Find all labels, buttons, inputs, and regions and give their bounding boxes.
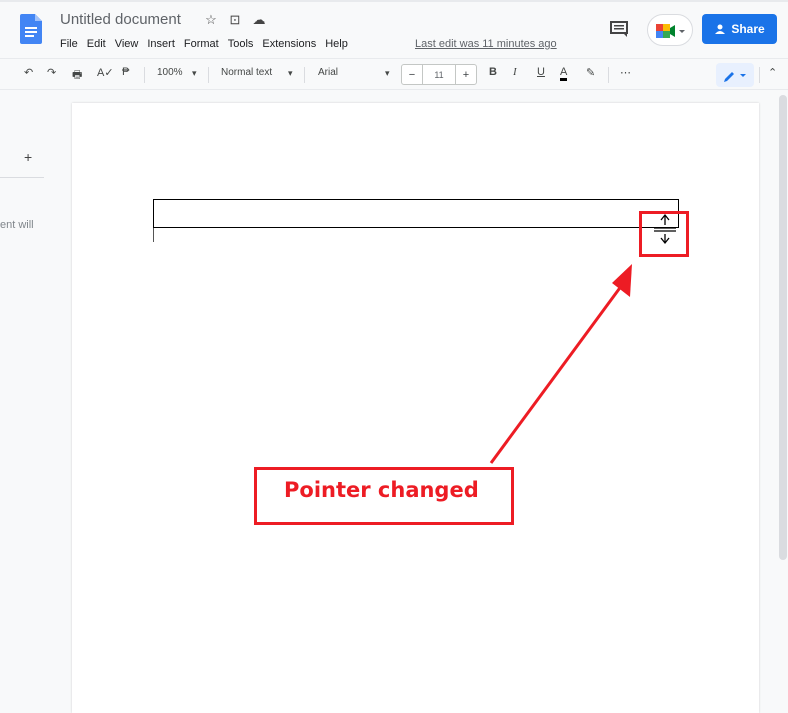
divider [304,67,305,83]
move-to-folder-icon[interactable]: ⊡ [228,12,242,28]
cloud-saved-icon[interactable]: ☁ [252,12,266,28]
menu-format[interactable]: Format [184,38,219,50]
document-title[interactable]: Untitled document [60,11,181,28]
decrease-font-size-button[interactable]: − [402,65,422,84]
share-button[interactable]: Share [702,14,777,44]
divider [208,67,209,83]
collapse-menus-icon[interactable]: ⌃ [768,66,777,79]
bold-button[interactable]: B [489,66,497,78]
zoom-select[interactable]: 100% [157,67,183,78]
chevron-down-icon[interactable]: ▾ [192,68,197,79]
italic-button[interactable]: I [513,66,517,78]
font-select[interactable]: Arial [318,67,338,78]
more-options-button[interactable]: ⋯ [620,66,631,79]
menu-insert[interactable]: Insert [147,38,175,50]
menu-bar: File Edit View Insert Format Tools Exten… [60,38,357,50]
divider [0,177,44,178]
print-icon[interactable]: 🖶 [72,66,82,85]
undo-icon[interactable]: ↶ [24,66,33,79]
top-bar: Untitled document ☆ ⊡ ☁ File Edit View I… [0,0,788,56]
last-edit-link[interactable]: Last edit was 11 minutes ago [415,38,557,50]
menu-view[interactable]: View [115,38,139,50]
add-summary-button[interactable]: + [24,149,32,165]
table-border [153,228,154,242]
comment-history-icon[interactable] [610,21,628,37]
outline-panel: + ent will [0,91,72,704]
paint-format-icon[interactable]: ₱ [122,66,129,78]
underline-button[interactable]: U [537,66,545,78]
divider [144,67,145,83]
outline-hint-text: ent will [0,219,34,231]
redo-icon[interactable]: ↷ [47,66,56,79]
divider [608,67,609,83]
person-icon [715,24,726,34]
menu-file[interactable]: File [60,38,78,50]
chevron-down-icon[interactable]: ▾ [385,68,390,79]
menu-edit[interactable]: Edit [87,38,106,50]
editing-mode-button[interactable] [716,63,754,87]
chevron-down-icon[interactable]: ▾ [288,68,293,79]
font-size-input[interactable]: 11 [422,65,456,84]
increase-font-size-button[interactable]: + [456,65,476,84]
text-color-button[interactable]: A [560,66,568,81]
style-select[interactable]: Normal text [221,67,272,78]
share-label: Share [731,22,765,36]
spellcheck-icon[interactable]: A✓ [97,66,114,79]
menu-extensions[interactable]: Extensions [262,38,316,50]
meet-icon [656,24,685,38]
font-size-stepper: − 11 + [401,64,477,85]
highlight-icon[interactable]: ✎ [586,66,595,79]
pencil-icon [724,72,746,82]
formatting-toolbar: ↶ ↷ 🖶 A✓ ₱ 100% ▾ Normal text ▾ Arial ▾ … [0,58,788,90]
divider [759,67,760,83]
table-cell[interactable] [153,199,679,228]
annotation-label: Pointer changed [284,478,479,502]
menu-help[interactable]: Help [325,38,348,50]
highlight-box [639,211,689,257]
vertical-scrollbar[interactable] [779,95,787,560]
annotation-callout: Pointer changed [254,467,514,525]
menu-tools[interactable]: Tools [228,38,254,50]
docs-logo-icon[interactable] [20,14,42,44]
meet-button[interactable] [647,14,693,46]
star-icon[interactable]: ☆ [204,12,218,28]
document-page[interactable] [72,103,759,713]
